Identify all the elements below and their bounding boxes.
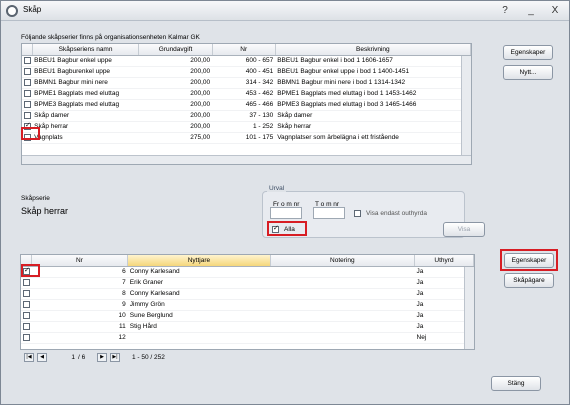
- row-checkbox[interactable]: [24, 78, 31, 86]
- col-note[interactable]: Notering: [270, 255, 416, 267]
- close-button[interactable]: Stäng: [491, 376, 541, 391]
- locker-row-selected[interactable]: 6Conny KarlesandJa: [21, 266, 474, 278]
- locker-row[interactable]: 8 Conny Karlesand Ja: [21, 288, 474, 300]
- row-checkbox[interactable]: [23, 322, 30, 330]
- row-checkbox[interactable]: [23, 311, 30, 319]
- col-locker-nr[interactable]: Nr: [31, 255, 129, 267]
- to-nr-input[interactable]: [313, 207, 345, 219]
- series-grid[interactable]: Skåpseriens namn Grundavgift Nr Beskrivn…: [21, 43, 472, 165]
- minimize-button[interactable]: _: [521, 3, 541, 18]
- col-series-name[interactable]: Skåpseriens namn: [32, 44, 140, 56]
- filter-group-label: Urval: [267, 185, 287, 192]
- series-value: Skåp herrar: [21, 206, 69, 216]
- all-checkbox[interactable]: [272, 224, 279, 233]
- page-count: / 6: [78, 354, 86, 361]
- locker-grid[interactable]: Nr Nyttjare Notering Uthyrd 6Conny Karle…: [20, 254, 475, 350]
- only-unrented-label: Visa endast outhyrda: [366, 210, 427, 217]
- next-page-button[interactable]: ▶: [97, 353, 107, 362]
- all-label: Alla: [284, 226, 295, 233]
- new-button[interactable]: Nytt...: [503, 65, 553, 80]
- series-vertical-scrollbar[interactable]: [461, 56, 471, 156]
- locker-row[interactable]: 11 Stig Hård Ja: [21, 321, 474, 333]
- row-checkbox[interactable]: [23, 333, 30, 341]
- owners-button[interactable]: Skåpägare: [504, 273, 554, 288]
- row-checkbox[interactable]: [24, 89, 31, 97]
- first-page-button[interactable]: |◀: [24, 353, 34, 362]
- series-row[interactable]: BPME3 Bagplats med eluttag 200,00 465 - 46…: [22, 99, 471, 111]
- col-description[interactable]: Beskrivning: [275, 44, 471, 56]
- last-page-button[interactable]: ▶|: [110, 353, 120, 362]
- series-row[interactable]: Vagnplats 275,00 101 - 175 Vagnplatser som …: [22, 132, 471, 144]
- from-nr-input[interactable]: [270, 207, 302, 219]
- help-button[interactable]: ?: [495, 3, 515, 18]
- col-nr[interactable]: Nr: [212, 44, 276, 56]
- series-horizontal-scrollbar[interactable]: [22, 155, 471, 164]
- prev-page-button[interactable]: ◀: [37, 353, 47, 362]
- record-range: 1 - 50 / 252: [132, 354, 165, 361]
- row-checkbox[interactable]: [23, 289, 30, 297]
- show-button[interactable]: Visa: [443, 222, 485, 237]
- col-rented[interactable]: Uthyrd: [414, 255, 474, 267]
- col-base-fee[interactable]: Grundavgift: [138, 44, 213, 56]
- series-row-selected[interactable]: Skåp herrar200,001 - 252Skåp herrar: [22, 121, 471, 133]
- locker-row[interactable]: 10 Sune Berglund Ja: [21, 310, 474, 322]
- page-number[interactable]: 1: [63, 354, 75, 361]
- series-row[interactable]: Skåp damer 200,00 37 - 130 Skåp damer: [22, 110, 471, 122]
- series-row[interactable]: BBEU1 Bagbur enkel uppe 200,00 600 - 657 BB…: [22, 55, 471, 67]
- series-row[interactable]: BPME1 Bagplats med eluttag 200,00 453 - 46…: [22, 88, 471, 100]
- window-title: Skåp: [23, 5, 42, 14]
- only-unrented-checkbox[interactable]: [354, 210, 361, 217]
- close-window-button[interactable]: X: [545, 3, 565, 18]
- magnifier-icon: [6, 5, 18, 17]
- col-user[interactable]: Nyttjare: [127, 255, 271, 267]
- locker-row[interactable]: 12 Nej: [21, 332, 474, 344]
- row-checkbox[interactable]: [24, 111, 31, 119]
- row-checkbox[interactable]: [24, 133, 31, 141]
- locker-row[interactable]: 7 Erik Graner Ja: [21, 277, 474, 289]
- row-checkbox-checked[interactable]: [23, 266, 30, 275]
- series-row[interactable]: BBEU1 Bagburenkel uppe 200,00 400 - 451 BBE…: [22, 66, 471, 78]
- row-checkbox[interactable]: [24, 100, 31, 108]
- row-checkbox[interactable]: [23, 300, 30, 308]
- pager: |◀ ◀ 1 / 6 ▶ ▶| 1 - 50 / 252: [20, 351, 475, 365]
- title-bar: Skåp ? _ X: [1, 1, 569, 21]
- row-checkbox-checked[interactable]: [24, 121, 31, 130]
- row-checkbox[interactable]: [24, 67, 31, 75]
- top-caption: Följande skåpserier finns på organisatio…: [21, 34, 200, 41]
- row-checkbox[interactable]: [24, 56, 31, 64]
- locker-vertical-scrollbar[interactable]: [464, 267, 474, 349]
- properties-button-bottom[interactable]: Egenskaper: [504, 253, 554, 268]
- series-row[interactable]: BBMN1 Bagbur mini nere 200,00 314 - 342 BBM…: [22, 77, 471, 89]
- locker-row[interactable]: 9 Jimmy Grön Ja: [21, 299, 474, 311]
- row-checkbox[interactable]: [23, 278, 30, 286]
- skap-window: Skåp ? _ X Följande skåpserier finns på …: [0, 0, 570, 405]
- properties-button-top[interactable]: Egenskaper: [503, 45, 553, 60]
- series-label: Skåpserie: [21, 195, 50, 202]
